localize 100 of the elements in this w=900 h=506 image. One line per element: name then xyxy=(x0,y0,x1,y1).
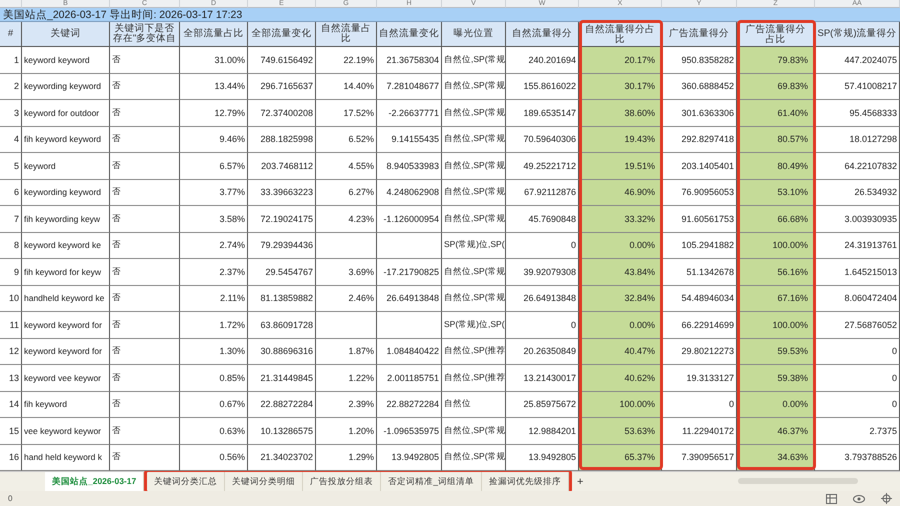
table-cell: 19.43% xyxy=(579,126,662,153)
eye-icon[interactable] xyxy=(853,494,865,502)
crosshair-icon[interactable] xyxy=(881,493,892,504)
table-cell: 76.90956053 xyxy=(662,180,737,206)
table-cell: keyword keyword for xyxy=(22,338,110,365)
status-text: 0 xyxy=(8,494,12,503)
table-cell: fih keywording keyw xyxy=(22,206,110,232)
table-cell: 否 xyxy=(110,444,180,471)
table-cell: -17.21790825 xyxy=(377,259,442,286)
table-cell: 0.63% xyxy=(180,418,248,444)
column-header: 关键词下是否存在"多变体自 xyxy=(110,22,180,47)
table-cell: 26.64913848 xyxy=(506,286,579,312)
table-cell: 29.80212273 xyxy=(662,338,737,365)
table-cell: 950.8358282 xyxy=(662,47,737,74)
table-cell: 49.25221712 xyxy=(506,153,579,180)
table-cell: 2.7375 xyxy=(815,418,900,444)
table-cell: 72.37400208 xyxy=(248,100,316,126)
table-cell: 40.62% xyxy=(579,365,662,392)
table-cell: 63.86091728 xyxy=(248,312,316,338)
table-cell: 6.57% xyxy=(180,153,248,180)
table-cell: keyword vee keywor xyxy=(22,365,110,392)
table-cell: 26.64913848 xyxy=(377,286,442,312)
sheet-tab[interactable]: 美国站点_2026-03-17 xyxy=(45,472,144,491)
table-cell: 1.72% xyxy=(180,312,248,338)
table-cell: 0.85% xyxy=(180,365,248,392)
table-cell: 0 xyxy=(506,232,579,259)
table-cell: 自然位,SP(常规 xyxy=(442,286,506,312)
table-cell: 288.1825998 xyxy=(248,126,316,153)
column-header: 广告流量得分 xyxy=(662,22,737,47)
table-cell: keyword keyword for xyxy=(22,312,110,338)
table-cell: 38.60% xyxy=(579,100,662,126)
horizontal-scrollbar[interactable] xyxy=(738,478,858,484)
table-cell: 0.67% xyxy=(180,392,248,418)
table-cell: 105.2941882 xyxy=(662,232,737,259)
table-cell: 13.44% xyxy=(180,74,248,100)
table-cell: 80.49% xyxy=(737,153,815,180)
table-cell: 53.63% xyxy=(579,418,662,444)
table-cell: 20.26350849 xyxy=(506,338,579,365)
table-cell: 292.8297418 xyxy=(662,126,737,153)
table-cell: -1.096535975 xyxy=(377,418,442,444)
table-cell: 9.14155435 xyxy=(377,126,442,153)
table-cell: fih keyword xyxy=(22,392,110,418)
table-cell: 14.40% xyxy=(316,74,377,100)
table-cell: 否 xyxy=(110,232,180,259)
table-cell: 12.9884201 xyxy=(506,418,579,444)
table-cell: 20.17% xyxy=(579,47,662,74)
table-cell: 33.39663223 xyxy=(248,180,316,206)
table-cell: 自然位,SP(常规 xyxy=(442,444,506,471)
table-cell: 11.22940172 xyxy=(662,418,737,444)
table-cell: 91.60561753 xyxy=(662,206,737,232)
table-cell: 51.1342678 xyxy=(662,259,737,286)
table-cell: 21.34023702 xyxy=(248,444,316,471)
table-cell: 43.84% xyxy=(579,259,662,286)
table-cell: 45.7690848 xyxy=(506,206,579,232)
table-cell: 否 xyxy=(110,286,180,312)
column-header: 自然流量得分 xyxy=(506,22,579,47)
table-cell: 24.31913761 xyxy=(815,232,900,259)
table-cell: 13.9492805 xyxy=(377,444,442,471)
table-cell: -2.26637771 xyxy=(377,100,442,126)
table-cell: 自然位,SP(推荐 xyxy=(442,338,506,365)
table-cell: 0 xyxy=(662,392,737,418)
table-cell: 189.6535147 xyxy=(506,100,579,126)
table-cell: 25.85975672 xyxy=(506,392,579,418)
row-number: 9 xyxy=(0,259,22,286)
table-cell: 29.5454767 xyxy=(248,259,316,286)
table-cell: 2.001185751 xyxy=(377,365,442,392)
table-cell: fih keyword keyword xyxy=(22,126,110,153)
table-cell: 22.88272284 xyxy=(377,392,442,418)
table-cell: 57.41008217 xyxy=(815,74,900,100)
row-number: 14 xyxy=(0,392,22,418)
table-cell: keyword for outdoor xyxy=(22,100,110,126)
table-cell: 否 xyxy=(110,180,180,206)
row-number: 12 xyxy=(0,338,22,365)
table-cell: 13.9492805 xyxy=(506,444,579,471)
table-cell: 3.793788526 xyxy=(815,444,900,471)
table-cell: 32.84% xyxy=(579,286,662,312)
table-cell: 61.40% xyxy=(737,100,815,126)
table-cell: SP(常规)位,SP( xyxy=(442,312,506,338)
table-cell: 自然位,SP(常规 xyxy=(442,153,506,180)
table-cell: 80.57% xyxy=(737,126,815,153)
table-cell: 否 xyxy=(110,365,180,392)
table-cell: 否 xyxy=(110,392,180,418)
table-cell: 自然位,SP(常规 xyxy=(442,74,506,100)
table-cell: 56.16% xyxy=(737,259,815,286)
table-cell: 360.6888452 xyxy=(662,74,737,100)
grid-icon[interactable] xyxy=(826,494,837,504)
table-cell: 否 xyxy=(110,74,180,100)
table-cell: keyword xyxy=(22,153,110,180)
table-cell: 155.8616022 xyxy=(506,74,579,100)
row-number: 6 xyxy=(0,180,22,206)
table-cell: 67.16% xyxy=(737,286,815,312)
table-cell: 自然位,SP(常规 xyxy=(442,180,506,206)
table-cell: keywording keyword xyxy=(22,180,110,206)
table-cell: 100.00% xyxy=(737,232,815,259)
table-cell: 12.79% xyxy=(180,100,248,126)
table-cell: keyword keyword xyxy=(22,47,110,74)
table-cell: hand held keyword k xyxy=(22,444,110,471)
add-sheet-button[interactable]: + xyxy=(572,472,588,491)
table-cell: 9.46% xyxy=(180,126,248,153)
table-cell: 0 xyxy=(815,338,900,365)
